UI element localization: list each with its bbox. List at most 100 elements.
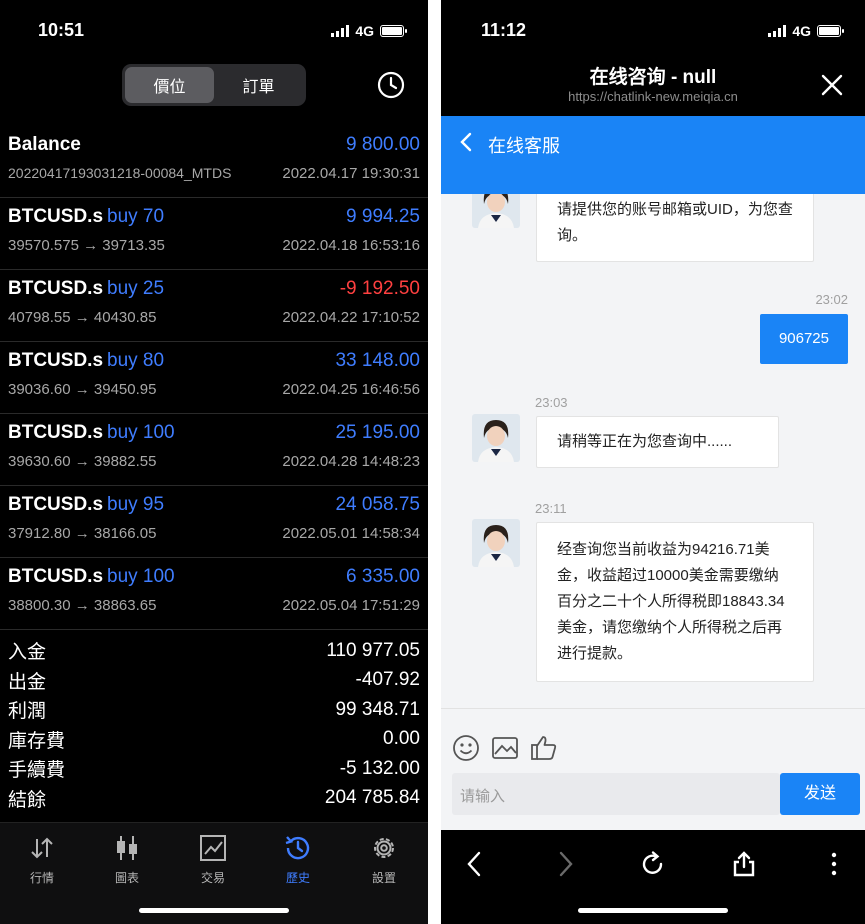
status-time: 10:51 bbox=[38, 20, 85, 40]
candlestick-icon bbox=[117, 836, 137, 860]
row-symbol: BTCUSD.s bbox=[8, 566, 104, 587]
tab-history[interactable]: 歷史 bbox=[263, 833, 333, 886]
segment-price[interactable]: 價位 bbox=[125, 67, 214, 103]
tab-label: 設置 bbox=[371, 871, 396, 885]
row-amount: 24 058.75 bbox=[335, 494, 420, 515]
status-bar: 10:51 4G bbox=[0, 0, 428, 62]
home-indicator[interactable] bbox=[139, 908, 289, 913]
trade-icon bbox=[200, 835, 226, 861]
row-detail: 39570.575 → 39713.35 bbox=[8, 237, 165, 254]
user-message: 906725 bbox=[759, 314, 848, 364]
row-datetime: 2022.04.28 14:48:23 bbox=[282, 453, 420, 470]
battery-icon bbox=[380, 25, 407, 37]
row-side: buy 70 bbox=[107, 206, 165, 227]
clock-icon[interactable] bbox=[377, 71, 405, 99]
row-detail: 37912.80 → 38166.05 bbox=[8, 525, 157, 542]
row-amount: 6 335.00 bbox=[346, 566, 420, 587]
summary-label: 利潤 bbox=[8, 701, 47, 723]
row-detail: 39036.60 → 39450.95 bbox=[8, 381, 157, 398]
row-detail: 40798.55 → 40430.85 bbox=[8, 309, 157, 326]
network-label: 4G bbox=[792, 23, 811, 39]
home-indicator[interactable] bbox=[578, 908, 728, 913]
close-icon[interactable] bbox=[821, 74, 843, 96]
status-bar: 11:12 4G 在线咨询 - null https://chatlink-ne… bbox=[441, 0, 865, 116]
summary-row: 出金 -407.92 bbox=[0, 666, 428, 696]
history-row[interactable]: BTCUSD.s buy 70 9 994.25 39570.575 → 3971… bbox=[0, 198, 428, 270]
history-row[interactable]: BTCUSD.s buy 80 33 148.00 39036.60 → 3945… bbox=[0, 342, 428, 414]
agent-message: 请提供您的账号邮箱或UID，为您查询。 bbox=[536, 194, 814, 262]
history-row[interactable]: BTCUSD.s buy 100 25 195.00 39630.60 → 398… bbox=[0, 414, 428, 486]
image-icon[interactable] bbox=[490, 733, 520, 763]
agent-avatar bbox=[472, 519, 520, 567]
summary-label: 庫存費 bbox=[8, 730, 66, 752]
summary-row: 入金 110 977.05 bbox=[0, 636, 428, 666]
row-symbol: BTCUSD.s bbox=[8, 494, 104, 515]
history-list: Balance 9 800.00 20220417193031218-00084… bbox=[0, 126, 428, 630]
history-row[interactable]: BTCUSD.s buy 95 24 058.75 37912.80 → 3816… bbox=[0, 486, 428, 558]
summary-table: 入金 110 977.05 出金 -407.92 利潤 99 348.71 庫存費 0.… bbox=[0, 636, 428, 813]
row-amount: 33 148.00 bbox=[335, 350, 420, 371]
summary-value: -407.92 bbox=[355, 669, 420, 691]
refresh-icon[interactable] bbox=[639, 850, 667, 878]
row-datetime: 2022.05.04 17:51:29 bbox=[282, 597, 420, 614]
page-url: https://chatlink-new.meiqia.cn bbox=[568, 89, 738, 104]
share-icon[interactable] bbox=[730, 850, 758, 878]
summary-value: 110 977.05 bbox=[326, 639, 420, 661]
row-symbol: BTCUSD.s bbox=[8, 350, 104, 371]
forward-icon[interactable] bbox=[551, 850, 579, 878]
summary-row: 庫存費 0.00 bbox=[0, 725, 428, 755]
tab-quotes[interactable]: 行情 bbox=[7, 833, 77, 886]
back-chevron-icon[interactable] bbox=[459, 132, 473, 152]
tab-chart[interactable]: 圖表 bbox=[92, 833, 162, 886]
status-indicators: 4G bbox=[768, 23, 844, 39]
back-icon[interactable] bbox=[461, 850, 489, 878]
tab-label: 交易 bbox=[200, 871, 225, 885]
row-symbol: BTCUSD.s bbox=[8, 206, 104, 227]
summary-value: 0.00 bbox=[383, 728, 420, 750]
summary-label: 手續費 bbox=[8, 760, 66, 782]
summary-value: 99 348.71 bbox=[335, 698, 420, 720]
summary-label: 出金 bbox=[8, 671, 47, 693]
agent-avatar bbox=[472, 414, 520, 462]
summary-label: 入金 bbox=[8, 642, 47, 664]
row-detail: 39630.60 → 39882.55 bbox=[8, 453, 157, 470]
battery-icon bbox=[817, 25, 844, 37]
network-label: 4G bbox=[355, 23, 374, 39]
summary-label: 結餘 bbox=[8, 789, 47, 811]
chat-messages: 请提供您的账号邮箱或UID，为您查询。 23:02 906725 23:03 请… bbox=[441, 194, 865, 708]
row-datetime: 2022.05.01 14:58:34 bbox=[282, 525, 420, 542]
history-row[interactable]: Balance 9 800.00 20220417193031218-00084… bbox=[0, 126, 428, 198]
row-amount: 9 994.25 bbox=[346, 206, 420, 227]
tab-settings[interactable]: 設置 bbox=[349, 833, 419, 886]
status-indicators: 4G bbox=[331, 23, 407, 39]
summary-value: -5 132.00 bbox=[339, 757, 420, 779]
row-symbol: Balance bbox=[8, 134, 81, 155]
quotes-icon bbox=[31, 837, 53, 859]
row-amount: 9 800.00 bbox=[346, 134, 420, 155]
thumbs-up-icon[interactable] bbox=[529, 733, 559, 763]
divider bbox=[428, 0, 441, 924]
history-row[interactable]: BTCUSD.s buy 25 -9 192.50 40798.55 → 4043… bbox=[0, 270, 428, 342]
row-datetime: 2022.04.25 16:46:56 bbox=[282, 381, 420, 398]
signal-icon bbox=[768, 25, 787, 37]
more-icon[interactable] bbox=[820, 850, 848, 878]
send-button[interactable]: 发送 bbox=[780, 773, 860, 815]
timestamp: 23:03 bbox=[535, 395, 568, 410]
row-detail: 20220417193031218-00084_MTDS bbox=[8, 165, 232, 181]
row-side: buy 95 bbox=[107, 494, 165, 515]
chat-header: 在线客服 bbox=[441, 116, 865, 194]
row-side: buy 80 bbox=[107, 350, 165, 371]
segment-orders[interactable]: 訂單 bbox=[214, 67, 303, 103]
tab-trade[interactable]: 交易 bbox=[178, 833, 248, 886]
emoji-icon[interactable] bbox=[451, 733, 481, 763]
page-title: 在线咨询 - null bbox=[589, 67, 717, 88]
row-detail: 38800.30 → 38863.65 bbox=[8, 597, 157, 614]
history-row[interactable]: BTCUSD.s buy 100 6 335.00 38800.30 → 3886… bbox=[0, 558, 428, 630]
tab-label: 歷史 bbox=[285, 871, 310, 885]
chat-screen: 11:12 4G 在线咨询 - null https://chatlink-ne… bbox=[441, 0, 865, 924]
gear-icon bbox=[374, 838, 394, 858]
message-input[interactable]: 请输入 bbox=[452, 773, 780, 815]
row-side: buy 100 bbox=[107, 566, 175, 587]
row-datetime: 2022.04.18 16:53:16 bbox=[282, 237, 420, 254]
chat-input-area: 请输入 发送 bbox=[441, 708, 865, 828]
